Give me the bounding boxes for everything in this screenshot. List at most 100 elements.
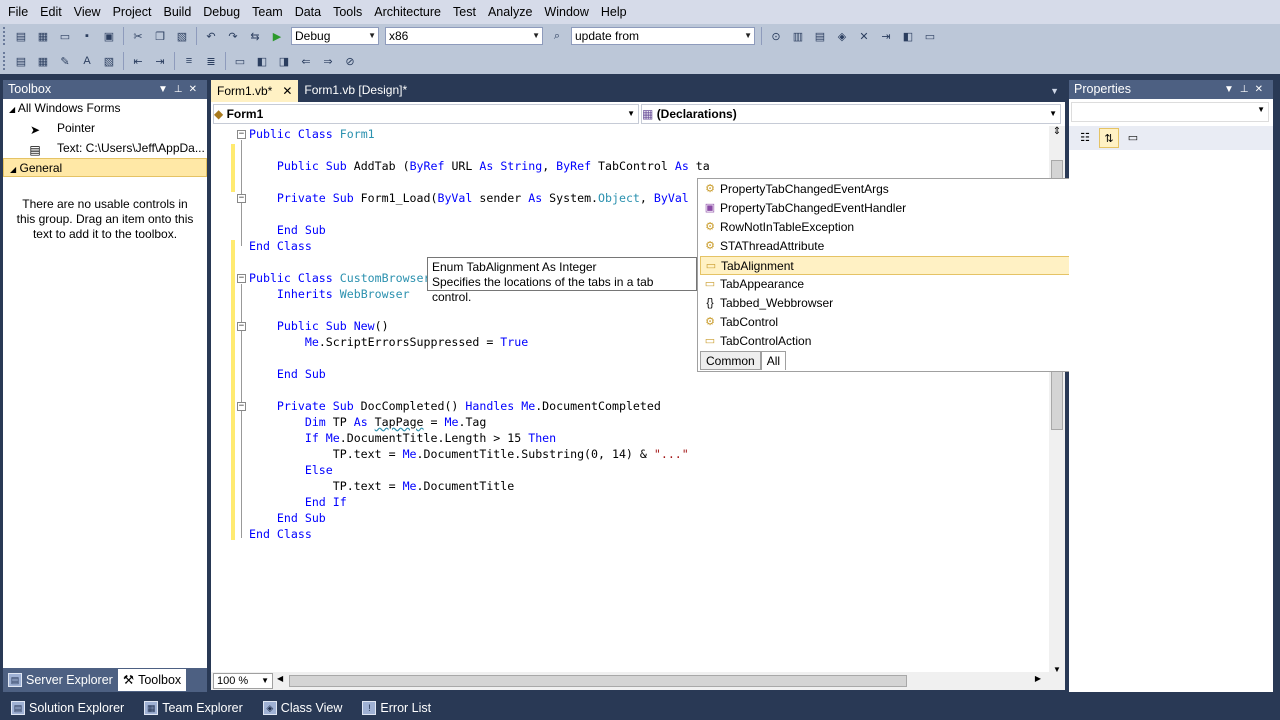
scroll-left-icon[interactable]: ◀ xyxy=(277,674,283,683)
tab-form1-design[interactable]: Form1.vb [Design]* xyxy=(298,80,413,102)
chevron-down-icon[interactable]: ▼ xyxy=(1050,86,1059,96)
parameter-info-icon[interactable]: ▦ xyxy=(34,52,52,70)
horizontal-scroll-thumb[interactable] xyxy=(289,675,907,687)
object-browser-icon[interactable]: ◈ xyxy=(833,27,851,45)
close-icon[interactable]: ✕ xyxy=(282,81,292,102)
cut-icon[interactable]: ✂ xyxy=(129,27,147,45)
tab-form1-vb[interactable]: Form1.vb* ✕ xyxy=(211,80,299,102)
open-file-icon[interactable]: ▭ xyxy=(56,27,74,45)
collapse-icon: ◢ xyxy=(10,165,17,174)
toolbox-group-general[interactable]: ◢ General xyxy=(3,158,207,177)
dropdown-icon[interactable]: ▼ xyxy=(1224,84,1240,95)
increase-indent-icon[interactable]: ⇥ xyxy=(151,52,169,70)
menu-project[interactable]: Project xyxy=(107,0,158,24)
chevron-down-icon: ▼ xyxy=(261,676,269,685)
split-icon[interactable]: ⇕ xyxy=(1049,126,1065,137)
toolbox-item-pointer[interactable]: ➤ Pointer xyxy=(3,118,207,138)
dropdown-icon[interactable]: ▼ xyxy=(158,84,174,95)
navigate-icon[interactable]: ⇆ xyxy=(246,27,264,45)
method-name-combo[interactable]: ▦ (Declarations) ▼ xyxy=(641,104,1061,124)
properties-window-icon[interactable]: ▤ xyxy=(811,27,829,45)
extension-manager-icon[interactable]: ◧ xyxy=(899,27,917,45)
toggle-bookmark-icon[interactable]: ▭ xyxy=(231,52,249,70)
menu-team[interactable]: Team xyxy=(246,0,289,24)
tab-solution-explorer[interactable]: ▤ Solution Explorer xyxy=(6,697,129,719)
solution-configuration-combo[interactable]: Debug ▼ xyxy=(291,27,379,45)
tab-error-list[interactable]: ! Error List xyxy=(357,697,436,719)
save-icon[interactable]: ▪ xyxy=(78,27,96,45)
property-pages-icon[interactable]: ▭ xyxy=(1123,128,1143,148)
tab-toolbox[interactable]: ⚒ Toolbox xyxy=(117,669,187,691)
comment-out-icon[interactable]: ≡ xyxy=(180,52,198,70)
menu-window[interactable]: Window xyxy=(538,0,594,24)
toolbox-bottom-tabs: ▤ Server Explorer ⚒ Toolbox xyxy=(3,668,207,692)
menu-analyze[interactable]: Analyze xyxy=(482,0,538,24)
next-bookmark-folder-icon[interactable]: ⇒ xyxy=(319,52,337,70)
toolbox-group-all-windows-forms[interactable]: ◢ All Windows Forms xyxy=(3,99,207,118)
menu-tools[interactable]: Tools xyxy=(327,0,368,24)
menu-debug[interactable]: Debug xyxy=(197,0,246,24)
categorized-icon[interactable]: ☷ xyxy=(1075,128,1095,148)
save-all-icon[interactable]: ▣ xyxy=(100,27,118,45)
code-line: Me.ScriptErrorsSuppressed = True xyxy=(304,335,529,349)
zoom-combo[interactable]: 100 % ▼ xyxy=(213,673,273,689)
menu-build[interactable]: Build xyxy=(157,0,197,24)
redo-icon[interactable]: ↷ xyxy=(224,27,242,45)
start-page-icon[interactable]: ⇥ xyxy=(877,27,895,45)
menu-view[interactable]: View xyxy=(68,0,107,24)
menu-test[interactable]: Test xyxy=(447,0,482,24)
tab-common[interactable]: Common xyxy=(700,351,761,370)
alphabetical-icon[interactable]: ⇅ xyxy=(1099,128,1119,148)
next-bookmark-icon[interactable]: ◨ xyxy=(275,52,293,70)
tab-team-explorer[interactable]: ▦ Team Explorer xyxy=(139,697,248,719)
add-item-icon[interactable]: ▦ xyxy=(34,27,52,45)
menu-edit[interactable]: Edit xyxy=(34,0,68,24)
object-selector-combo[interactable]: ▼ xyxy=(1071,102,1269,122)
scroll-right-icon[interactable]: ▶ xyxy=(1035,674,1041,683)
copy-icon[interactable]: ❐ xyxy=(151,27,169,45)
collapse-icon[interactable]: − xyxy=(237,402,246,411)
toolbox-icon[interactable]: ✕ xyxy=(855,27,873,45)
decrease-indent-icon[interactable]: ⇤ xyxy=(129,52,147,70)
previous-bookmark-folder-icon[interactable]: ⇐ xyxy=(297,52,315,70)
solution-explorer-icon[interactable]: ▥ xyxy=(789,27,807,45)
previous-bookmark-icon[interactable]: ◧ xyxy=(253,52,271,70)
menu-data[interactable]: Data xyxy=(289,0,327,24)
tab-class-view[interactable]: ◈ Class View xyxy=(258,697,348,719)
pin-icon[interactable]: ⊥ xyxy=(1240,84,1255,95)
display-word-icon[interactable]: ▧ xyxy=(100,52,118,70)
menu-architecture[interactable]: Architecture xyxy=(368,0,447,24)
platform-combo[interactable]: x86 ▼ xyxy=(385,27,543,45)
menu-bar: File Edit View Project Build Debug Team … xyxy=(0,0,1280,24)
toolbar-grip[interactable] xyxy=(3,52,7,70)
toolbar-grip[interactable] xyxy=(3,27,7,45)
close-icon[interactable]: ✕ xyxy=(189,84,203,95)
find-in-files-icon[interactable]: ⌕ xyxy=(548,27,566,45)
menu-file[interactable]: File xyxy=(2,0,34,24)
clear-bookmarks-icon[interactable]: ⊘ xyxy=(341,52,359,70)
start-debug-icon[interactable]: ▶ xyxy=(268,27,286,45)
find-symbol-icon[interactable]: ⊙ xyxy=(767,27,785,45)
undo-icon[interactable]: ↶ xyxy=(202,27,220,45)
text-document-icon: ▤ xyxy=(29,143,41,157)
class-name-combo[interactable]: ◆ Form1 ▼ xyxy=(213,104,639,124)
complete-word-icon[interactable]: A xyxy=(78,52,96,70)
collapse-icon[interactable]: − xyxy=(237,274,246,283)
toolbox-item-text[interactable]: ▤ Text: C:\Users\Jeff\AppDa... xyxy=(3,138,207,158)
find-combo[interactable]: update from ▼ xyxy=(571,27,755,45)
collapse-icon[interactable]: − xyxy=(237,322,246,331)
paste-icon[interactable]: ▧ xyxy=(173,27,191,45)
command-window-icon[interactable]: ▭ xyxy=(921,27,939,45)
quick-info-icon[interactable]: ✎ xyxy=(56,52,74,70)
collapse-icon[interactable]: − xyxy=(237,194,246,203)
tab-server-explorer[interactable]: ▤ Server Explorer xyxy=(3,669,118,691)
pin-icon[interactable]: ⊥ xyxy=(174,84,189,95)
tab-all[interactable]: All xyxy=(760,351,787,370)
new-project-icon[interactable]: ▤ xyxy=(12,27,30,45)
collapse-icon[interactable]: − xyxy=(237,130,246,139)
close-icon[interactable]: ✕ xyxy=(1255,84,1269,95)
uncomment-icon[interactable]: ≣ xyxy=(202,52,220,70)
object-members-icon[interactable]: ▤ xyxy=(12,52,30,70)
class-combo-value: Form1 xyxy=(226,107,264,121)
menu-help[interactable]: Help xyxy=(595,0,633,24)
